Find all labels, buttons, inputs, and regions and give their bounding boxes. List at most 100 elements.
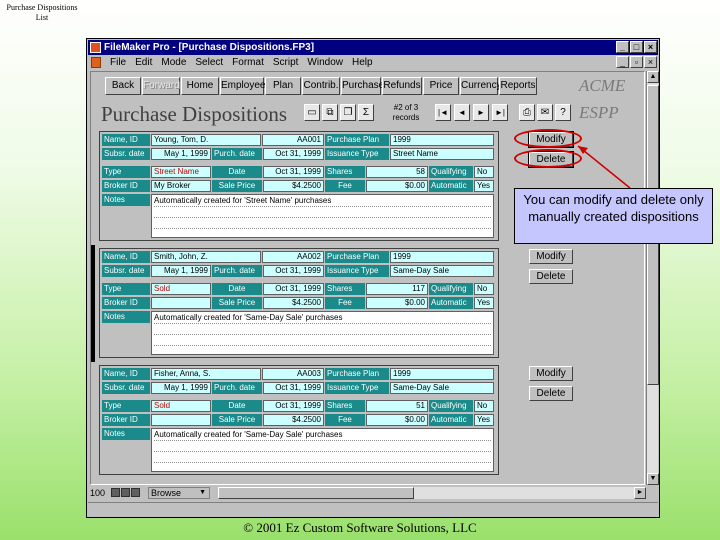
shares-field[interactable]: 51: [366, 400, 428, 412]
copy-record-icon[interactable]: ❐: [340, 104, 356, 121]
shares-field[interactable]: 58: [366, 166, 428, 178]
qualifying-field[interactable]: No: [474, 283, 494, 295]
date-field[interactable]: Oct 31, 1999: [263, 400, 324, 412]
subscr-date-field[interactable]: May 1, 1999: [151, 265, 211, 277]
vertical-scrollbar[interactable]: ▲ ▼: [646, 71, 659, 485]
nav-button-purchase[interactable]: Purchase: [341, 77, 384, 95]
scroll-right-arrow-icon[interactable]: ►: [634, 487, 646, 499]
delete-button[interactable]: Delete: [529, 386, 573, 401]
issuance-type-field[interactable]: Same-Day Sale: [390, 382, 494, 394]
close-button[interactable]: ×: [644, 41, 657, 53]
purch-date-field[interactable]: Oct 31, 1999: [263, 265, 324, 277]
fee-field[interactable]: $0.00: [366, 297, 428, 309]
status-area-toggle-icon[interactable]: [131, 488, 140, 497]
id-field[interactable]: AA001: [262, 134, 324, 146]
menu-edit[interactable]: Edit: [135, 55, 152, 70]
maximize-button[interactable]: □: [630, 41, 643, 53]
zoom-in-icon[interactable]: [121, 488, 130, 497]
nav-button-employee[interactable]: Employee: [220, 77, 265, 95]
name-field[interactable]: Fisher, Anna, S.: [151, 368, 261, 380]
notes-field[interactable]: Automatically created for 'Street Name' …: [151, 194, 494, 238]
fee-field[interactable]: $0.00: [366, 414, 428, 426]
previous-record-icon[interactable]: ◄: [454, 104, 470, 121]
nav-button-plan[interactable]: Plan: [265, 77, 301, 95]
last-record-icon[interactable]: ►|: [492, 104, 508, 121]
menu-help[interactable]: Help: [352, 55, 373, 70]
nav-button-contrib[interactable]: Contrib.: [302, 77, 340, 95]
menu-script[interactable]: Script: [273, 55, 299, 70]
subscr-date-field[interactable]: May 1, 1999: [151, 382, 211, 394]
issuance-type-field[interactable]: Same-Day Sale: [390, 265, 494, 277]
doc-restore-button[interactable]: ▫: [630, 56, 643, 68]
notes-rule: [154, 440, 491, 441]
broker-id-field[interactable]: My Broker: [151, 180, 211, 192]
type-field[interactable]: Street Name: [151, 166, 211, 178]
nav-button-reports[interactable]: Reports: [499, 77, 537, 95]
mode-selector[interactable]: Browse ▼: [148, 487, 210, 499]
nav-button-back[interactable]: Back: [105, 77, 141, 95]
minimize-button[interactable]: _: [616, 41, 629, 53]
menu-mode[interactable]: Mode: [161, 55, 186, 70]
nav-button-forward[interactable]: Forward: [142, 77, 180, 95]
nav-button-home[interactable]: Home: [181, 77, 219, 95]
nav-button-currency[interactable]: Currency: [460, 77, 502, 95]
automatic-field[interactable]: Yes: [474, 297, 494, 309]
date-field[interactable]: Oct 31, 1999: [263, 166, 324, 178]
document-icon[interactable]: [91, 57, 101, 68]
broker-id-field[interactable]: [151, 414, 211, 426]
new-record-icon[interactable]: ▭: [304, 104, 320, 121]
scroll-down-arrow-icon[interactable]: ▼: [647, 473, 659, 485]
zoom-level[interactable]: 100: [90, 486, 105, 500]
label-shares: Shares: [325, 400, 365, 412]
modify-button[interactable]: Modify: [529, 366, 573, 381]
subscr-date-field[interactable]: May 1, 1999: [151, 148, 211, 160]
automatic-field[interactable]: Yes: [474, 180, 494, 192]
notes-field[interactable]: Automatically created for 'Same-Day Sale…: [151, 311, 494, 355]
menu-file[interactable]: File: [110, 55, 126, 70]
fee-field[interactable]: $0.00: [366, 180, 428, 192]
shares-field[interactable]: 117: [366, 283, 428, 295]
horizontal-scrollbar[interactable]: ►: [218, 487, 646, 499]
qualifying-field[interactable]: No: [474, 166, 494, 178]
help-icon[interactable]: ?: [555, 104, 571, 121]
menu-window[interactable]: Window: [307, 55, 343, 70]
email-icon[interactable]: ✉: [537, 104, 553, 121]
id-field[interactable]: AA002: [262, 251, 324, 263]
modify-button[interactable]: Modify: [529, 249, 573, 264]
type-field[interactable]: Sold: [151, 283, 211, 295]
notes-field[interactable]: Automatically created for 'Same-Day Sale…: [151, 428, 494, 472]
doc-minimize-button[interactable]: _: [616, 56, 629, 68]
purch-date-field[interactable]: Oct 31, 1999: [263, 148, 324, 160]
sum-icon[interactable]: Σ: [358, 104, 374, 121]
qualifying-field[interactable]: No: [474, 400, 494, 412]
sale-price-field[interactable]: $4.2500: [263, 297, 324, 309]
notes-rule: [154, 323, 491, 324]
nav-button-price[interactable]: Price: [423, 77, 459, 95]
plan-field[interactable]: 1999: [390, 368, 494, 380]
plan-field[interactable]: 1999: [390, 251, 494, 263]
first-record-icon[interactable]: |◄: [435, 104, 451, 121]
menu-format[interactable]: Format: [232, 55, 264, 70]
next-record-icon[interactable]: ►: [473, 104, 489, 121]
id-field[interactable]: AA003: [262, 368, 324, 380]
sale-price-field[interactable]: $4.2500: [263, 414, 324, 426]
zoom-out-icon[interactable]: [111, 488, 120, 497]
automatic-field[interactable]: Yes: [474, 414, 494, 426]
broker-id-field[interactable]: [151, 297, 211, 309]
menu-select[interactable]: Select: [195, 55, 223, 70]
date-field[interactable]: Oct 31, 1999: [263, 283, 324, 295]
doc-close-button[interactable]: ×: [644, 56, 657, 68]
name-field[interactable]: Young, Tom, D.: [151, 134, 261, 146]
duplicate-record-icon[interactable]: ⧉: [322, 104, 338, 121]
scroll-up-arrow-icon[interactable]: ▲: [647, 71, 659, 83]
plan-field[interactable]: 1999: [390, 134, 494, 146]
purch-date-field[interactable]: Oct 31, 1999: [263, 382, 324, 394]
horizontal-scroll-thumb[interactable]: [218, 487, 414, 499]
delete-button[interactable]: Delete: [529, 269, 573, 284]
type-field[interactable]: Sold: [151, 400, 211, 412]
issuance-type-field[interactable]: Street Name: [390, 148, 494, 160]
nav-button-refunds[interactable]: Refunds: [382, 77, 422, 95]
sale-price-field[interactable]: $4.2500: [263, 180, 324, 192]
print-icon[interactable]: ⎙: [519, 104, 535, 121]
name-field[interactable]: Smith, John, Z.: [151, 251, 261, 263]
